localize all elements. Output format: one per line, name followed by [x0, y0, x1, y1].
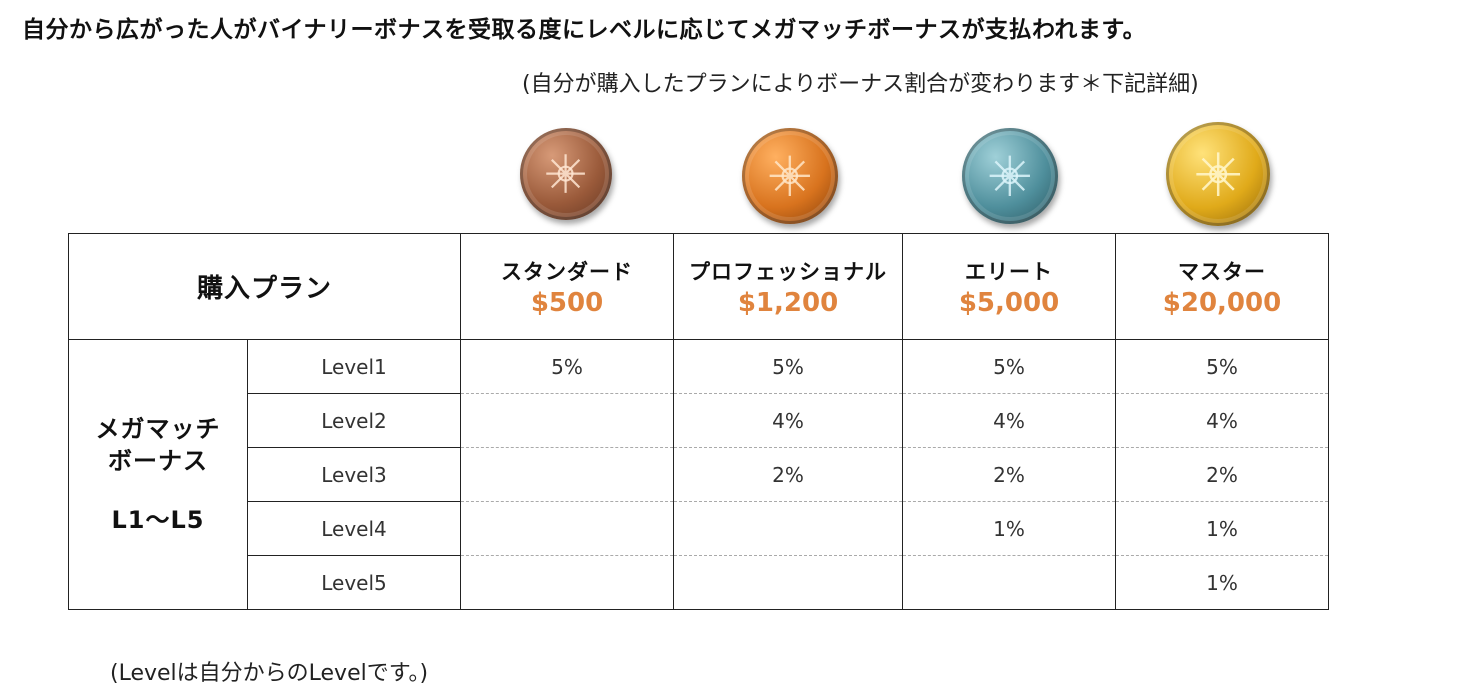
table-row: Level3 2% 2% 2% — [69, 447, 1329, 502]
plan-price: $5,000 — [958, 287, 1060, 318]
mega-match-bonus-label: メガマッチ ボーナス L1～L5 — [68, 339, 248, 610]
bonus-rate-cell — [460, 501, 674, 556]
bonus-rate-cell: 5% — [1115, 339, 1329, 394]
purchase-plan-label: 購入プラン — [196, 274, 332, 304]
plan-header-elite: エリート $5,000 — [902, 233, 1116, 340]
level-label: Level3 — [247, 447, 461, 502]
plan-price: $1,200 — [737, 287, 839, 318]
bonus-label-line2: ボーナス — [108, 447, 208, 476]
bonus-rate-cell — [902, 555, 1116, 610]
level-label: Level4 — [247, 501, 461, 556]
bonus-rate-cell — [460, 555, 674, 610]
table-row: Level4 1% 1% — [69, 501, 1329, 556]
plan-header-master: マスター $20,000 — [1115, 233, 1329, 340]
bonus-rate-cell — [673, 501, 903, 556]
bonus-rate-cell: 5% — [902, 339, 1116, 394]
plan-name: プロフェッショナル — [689, 259, 887, 284]
bronze-coin-icon — [520, 128, 612, 220]
bonus-rate-cell: 2% — [1115, 447, 1329, 502]
level-label: Level1 — [247, 339, 461, 394]
bonus-rate-cell: 2% — [902, 447, 1116, 502]
table-row: Level2 4% 4% 4% — [69, 393, 1329, 448]
plan-name: マスター — [1178, 259, 1266, 284]
table-row: メガマッチ ボーナス L1～L5 Level1 5% 5% 5% 5% — [68, 339, 1329, 610]
plan-bonus-table: 購入プラン スタンダード $500 プロフェッショナル $1,200 エリート … — [68, 233, 1329, 610]
level-label: Level5 — [247, 555, 461, 610]
bonus-rate-cell: 2% — [673, 447, 903, 502]
plan-header-standard: スタンダード $500 — [460, 233, 674, 340]
headline: 自分から広がった人がバイナリーボナスを受取る度にレベルに応じてメガマッチボーナス… — [22, 17, 1147, 43]
table-header-row: 購入プラン スタンダード $500 プロフェッショナル $1,200 エリート … — [68, 233, 1329, 340]
gold-coin-icon — [1166, 122, 1270, 226]
purchase-plan-header: 購入プラン — [68, 233, 461, 340]
bonus-label-line1: メガマッチ — [95, 414, 221, 443]
table-row: Level5 1% — [69, 555, 1329, 610]
bonus-rate-cell — [673, 555, 903, 610]
plan-name: スタンダード — [501, 259, 633, 284]
plan-price: $20,000 — [1162, 287, 1282, 318]
bonus-rate-cell — [460, 447, 674, 502]
coin-row — [0, 122, 1472, 232]
bonus-rate-cell: 1% — [902, 501, 1116, 556]
bonus-rate-cell: 4% — [902, 393, 1116, 448]
bonus-rate-cell: 4% — [1115, 393, 1329, 448]
bonus-rate-cell: 5% — [460, 339, 674, 394]
plan-name: エリート — [965, 259, 1053, 284]
plan-price: $500 — [530, 287, 604, 318]
bonus-rate-cell: 1% — [1115, 501, 1329, 556]
copper-coin-icon — [742, 128, 838, 224]
bonus-rate-cell: 1% — [1115, 555, 1329, 610]
bonus-rate-cell — [460, 393, 674, 448]
plan-header-professional: プロフェッショナル $1,200 — [673, 233, 903, 340]
footnote: (Levelは自分からのLevelです。) — [110, 661, 429, 686]
bonus-rate-cell: 4% — [673, 393, 903, 448]
bonus-level-range: L1～L5 — [111, 505, 205, 534]
bonus-rate-cell: 5% — [673, 339, 903, 394]
silver-coin-icon — [962, 128, 1058, 224]
level-label: Level2 — [247, 393, 461, 448]
subline-note: (自分が購入したプランによりボーナス割合が変わります＊下記詳細) — [522, 72, 1199, 97]
